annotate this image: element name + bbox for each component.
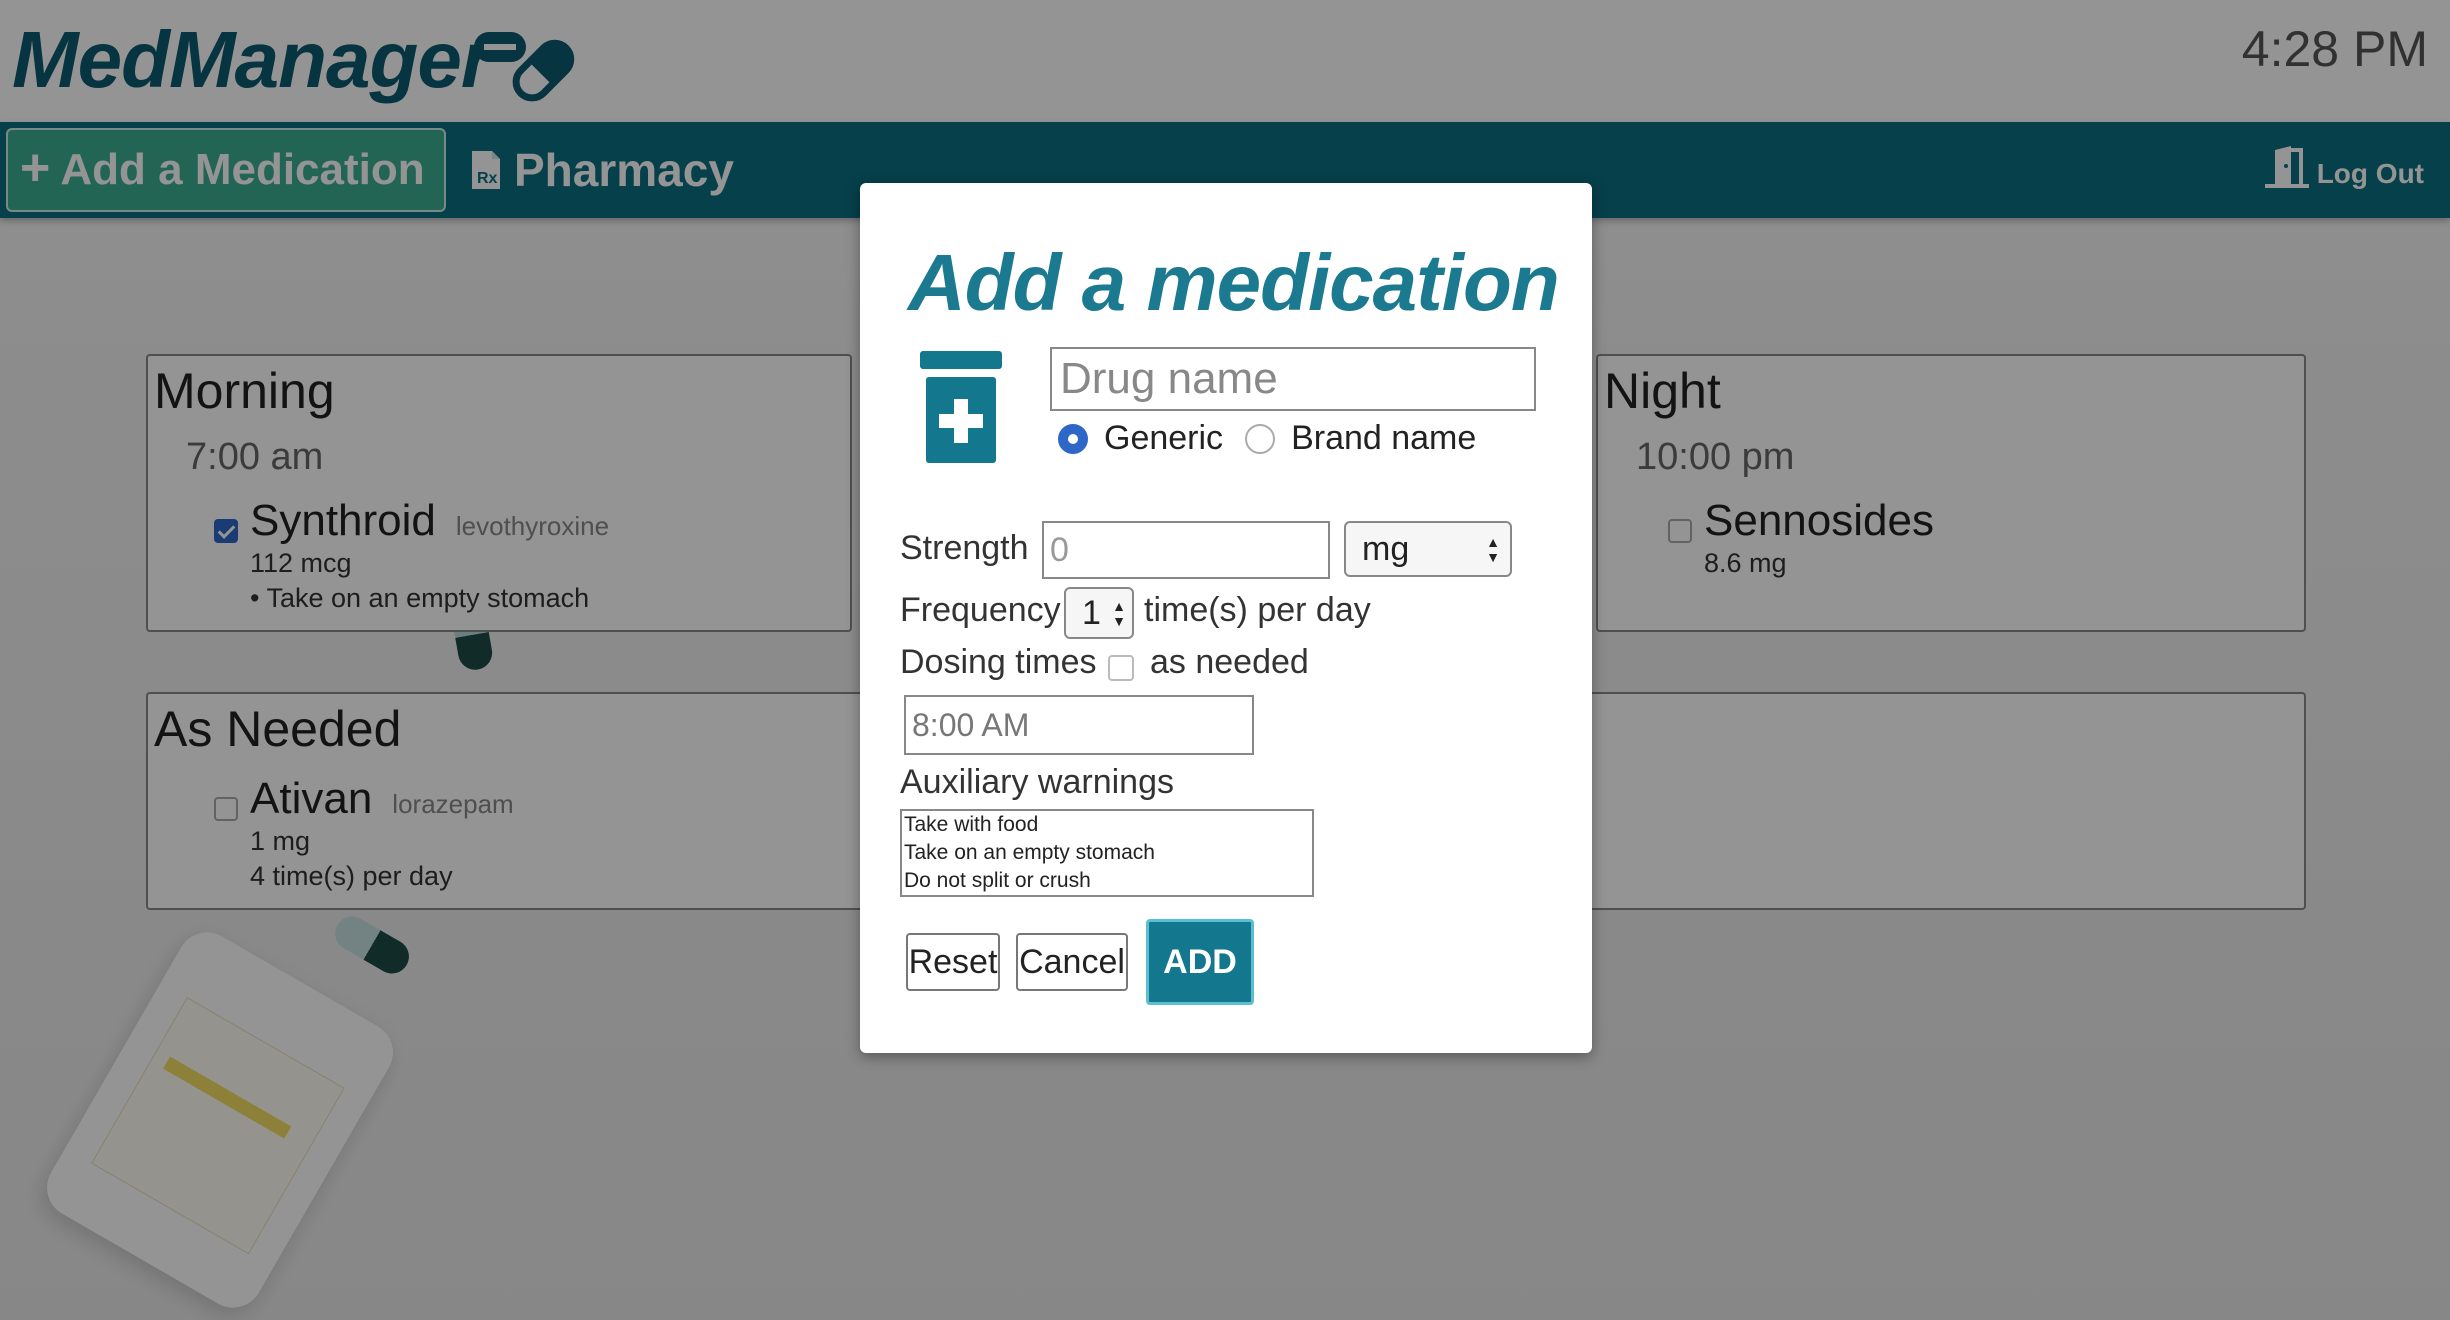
warning-option[interactable]: Do not split or crush [904, 867, 1312, 895]
cancel-button[interactable]: Cancel [1016, 933, 1128, 991]
as-needed-checkbox[interactable] [1108, 655, 1134, 681]
as-needed-label: as needed [1150, 643, 1309, 681]
unit-select[interactable]: mg ▲ ▼ [1344, 521, 1512, 577]
frequency-label: Frequency [900, 591, 1061, 629]
add-medication-dialog: Add a medication Drug name Generic Brand… [860, 183, 1592, 1053]
add-button[interactable]: ADD [1146, 919, 1254, 1005]
medicine-bottle-icon [920, 351, 1002, 463]
frequency-select-value: 1 [1082, 594, 1101, 632]
dialog-title: Add a medication [908, 238, 1560, 327]
strength-input[interactable]: 0 [1042, 521, 1330, 579]
unit-select-value: mg [1362, 530, 1410, 568]
dosing-times-label: Dosing times [900, 643, 1097, 681]
brand-name-radio[interactable] [1245, 423, 1276, 454]
generic-radio-label: Generic [1104, 419, 1224, 457]
strength-label: Strength [900, 529, 1029, 567]
frequency-select[interactable]: 1 ▲ ▼ [1064, 587, 1134, 639]
dose-time-input[interactable]: 8:00 AM [904, 695, 1254, 755]
brand-name-radio-label: Brand name [1291, 419, 1477, 457]
drug-name-input[interactable]: Drug name [1050, 347, 1536, 411]
select-arrows-icon: ▲ ▼ [1486, 534, 1500, 565]
warning-option[interactable]: Take on an empty stomach [904, 839, 1312, 867]
generic-radio[interactable] [1058, 423, 1088, 454]
warning-option[interactable]: Take with food [904, 811, 1312, 839]
reset-button[interactable]: Reset [906, 933, 1000, 991]
auxiliary-warnings-list[interactable]: Take with food Take on an empty stomach … [900, 809, 1314, 897]
select-arrows-icon: ▲ ▼ [1112, 598, 1126, 629]
frequency-suffix: time(s) per day [1144, 591, 1371, 629]
name-type-radio-group: Generic Brand name [1058, 419, 1476, 458]
auxiliary-warnings-label: Auxiliary warnings [900, 763, 1174, 801]
